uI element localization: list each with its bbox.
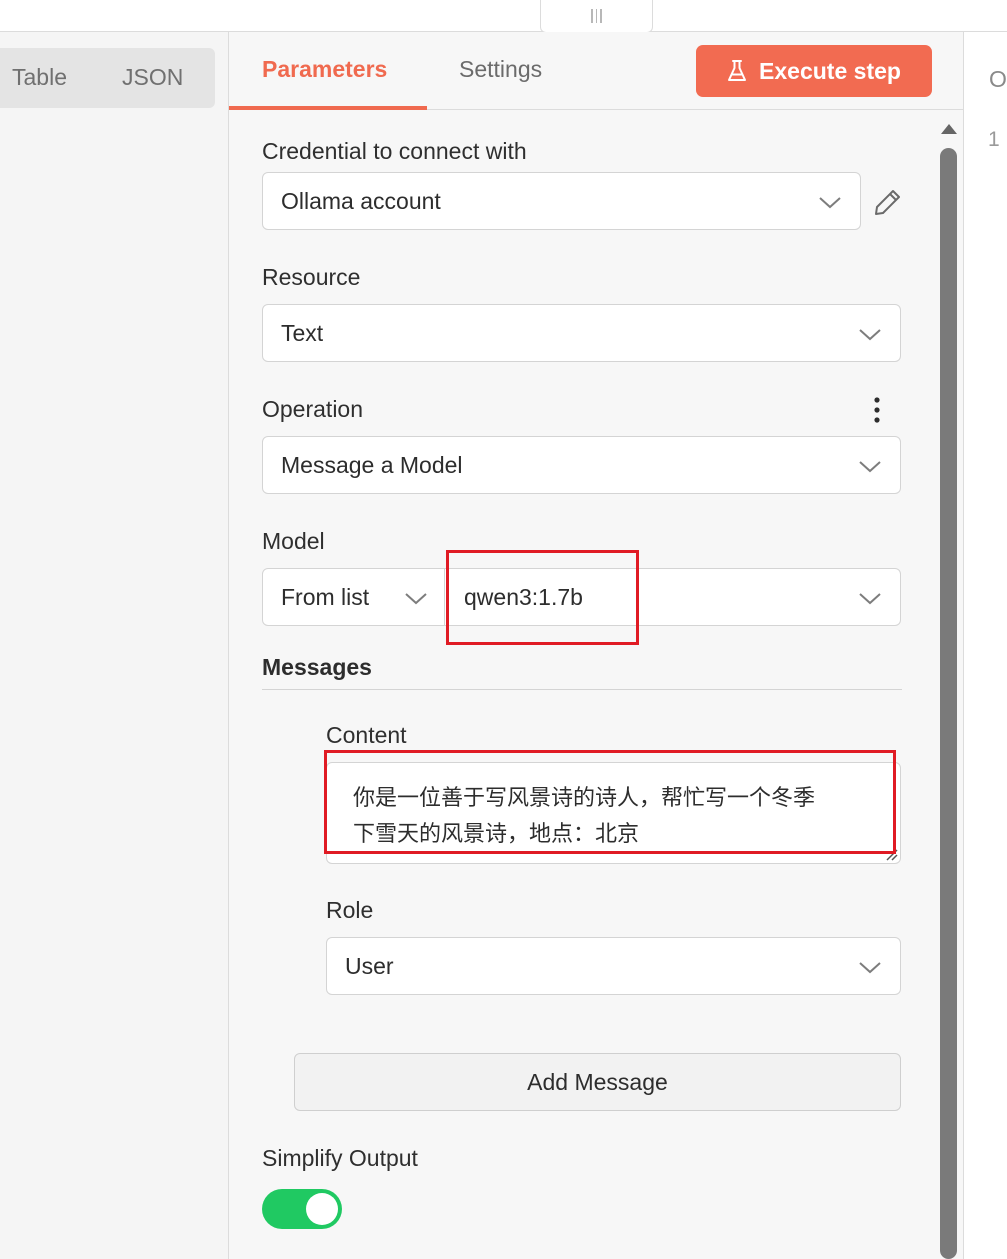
messages-title: Messages [262,654,372,680]
operation-select[interactable]: Message a Model [262,436,901,494]
simplify-output-label: Simplify Output [262,1145,418,1171]
chevron-down-icon [405,593,427,605]
role-value: User [345,953,394,979]
top-strip [0,0,1007,32]
chevron-down-icon [859,329,881,341]
scroll-up-arrow-icon[interactable] [941,124,957,134]
simplify-output-toggle[interactable] [262,1189,342,1229]
flask-icon [728,60,747,81]
output-header: O [989,66,1007,92]
add-message-label: Add Message [527,1068,668,1095]
scrollbar[interactable] [939,124,957,1259]
model-mode-select[interactable]: From list [263,569,445,625]
active-tab-indicator [229,106,427,110]
execute-step-button[interactable]: Execute step [696,45,932,97]
scrollbar-thumb[interactable] [940,148,957,1259]
chevron-down-icon [859,962,881,974]
tabs-bar: Parameters Settings Execute step [229,32,964,110]
panel-drag-handle[interactable] [540,0,653,33]
credential-label: Credential to connect with [262,138,527,164]
pencil-icon[interactable] [873,187,903,217]
operation-value: Message a Model [281,452,463,478]
role-label: Role [326,897,374,923]
more-options-icon[interactable] [871,396,883,424]
chevron-down-icon [859,461,881,473]
credential-select[interactable]: Ollama account [262,172,861,230]
execute-step-label: Execute step [759,57,901,84]
view-option-table[interactable]: Table [12,64,67,91]
credential-value: Ollama account [281,188,441,214]
messages-divider [262,689,902,690]
resource-value: Text [281,320,324,346]
highlight-box-content [324,750,896,854]
toggle-knob [306,1193,338,1225]
chevron-down-icon [859,593,881,605]
output-line-number: 1 [988,128,1000,151]
output-panel: O 1 [964,32,1007,1259]
view-toggle[interactable]: Table JSON [0,48,215,108]
role-select[interactable]: User [326,937,901,995]
parameters-panel: Parameters Settings Execute step Credent… [228,32,964,1259]
content-label: Content [326,722,407,748]
tab-parameters[interactable]: Parameters [262,56,387,83]
grip-icon [591,9,602,23]
view-option-json[interactable]: JSON [122,64,183,91]
resource-label: Resource [262,264,361,290]
highlight-box-model [446,550,639,645]
add-message-button[interactable]: Add Message [294,1053,901,1111]
chevron-down-icon [819,197,841,209]
tab-settings[interactable]: Settings [459,56,542,83]
model-label: Model [262,528,325,554]
model-mode-value: From list [281,584,370,610]
operation-label: Operation [262,396,364,422]
resource-select[interactable]: Text [262,304,901,362]
input-panel: Table JSON [0,32,228,1259]
